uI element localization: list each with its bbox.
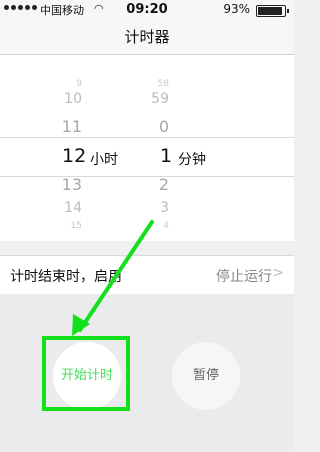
annotation-arrow-icon	[72, 220, 154, 336]
